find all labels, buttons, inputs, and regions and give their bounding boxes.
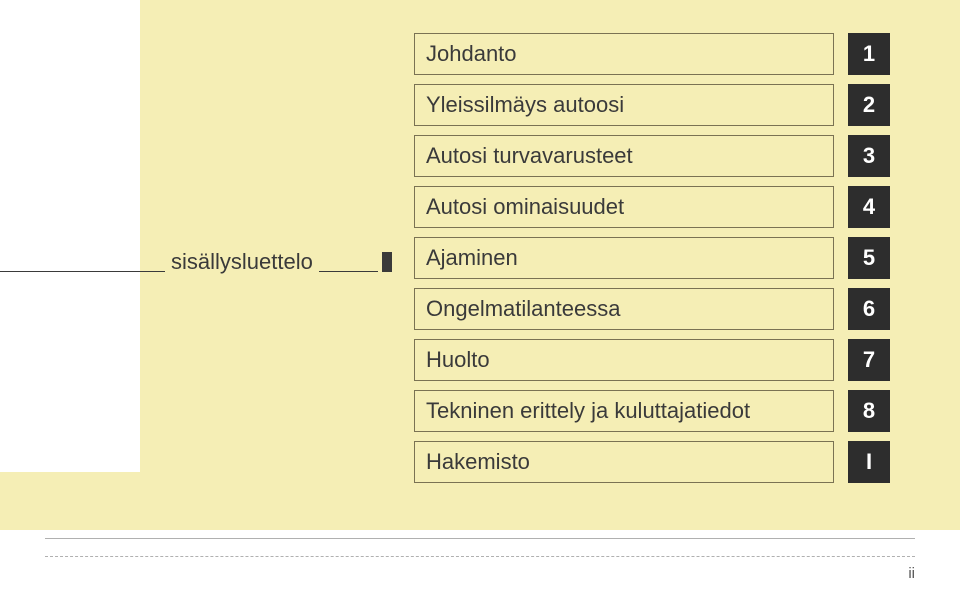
toc-item-number: 5 bbox=[848, 237, 890, 279]
toc-item-number: I bbox=[848, 441, 890, 483]
toc-row: Ajaminen 5 bbox=[414, 237, 890, 279]
toc-row: Huolto 7 bbox=[414, 339, 890, 381]
toc-item-number: 1 bbox=[848, 33, 890, 75]
page-number: ii bbox=[908, 565, 915, 582]
toc-item-title: Ongelmatilanteessa bbox=[414, 288, 834, 330]
toc-item-number: 2 bbox=[848, 84, 890, 126]
toc-row: Hakemisto I bbox=[414, 441, 890, 483]
toc-item-title: Hakemisto bbox=[414, 441, 834, 483]
toc-item-number: 8 bbox=[848, 390, 890, 432]
toc-item-title: Johdanto bbox=[414, 33, 834, 75]
bottom-white-area bbox=[0, 530, 960, 603]
toc-label: sisällysluettelo bbox=[165, 249, 319, 275]
toc-row: Yleissilmäys autoosi 2 bbox=[414, 84, 890, 126]
toc-item-title: Tekninen erittely ja kuluttajatiedot bbox=[414, 390, 834, 432]
toc-item-title: Yleissilmäys autoosi bbox=[414, 84, 834, 126]
toc-row: Johdanto 1 bbox=[414, 33, 890, 75]
toc-label-marker bbox=[382, 252, 392, 272]
toc-row: Ongelmatilanteessa 6 bbox=[414, 288, 890, 330]
toc-row: Tekninen erittely ja kuluttajatiedot 8 bbox=[414, 390, 890, 432]
left-white-margin bbox=[0, 0, 140, 472]
footer-rule-dashed bbox=[45, 556, 915, 557]
toc-item-number: 6 bbox=[848, 288, 890, 330]
toc-item-title: Ajaminen bbox=[414, 237, 834, 279]
toc-row: Autosi ominaisuudet 4 bbox=[414, 186, 890, 228]
toc-item-title: Huolto bbox=[414, 339, 834, 381]
toc-item-number: 3 bbox=[848, 135, 890, 177]
toc-item-title: Autosi turvavarusteet bbox=[414, 135, 834, 177]
toc-row: Autosi turvavarusteet 3 bbox=[414, 135, 890, 177]
toc-item-number: 7 bbox=[848, 339, 890, 381]
toc-item-number: 4 bbox=[848, 186, 890, 228]
toc-list: Johdanto 1 Yleissilmäys autoosi 2 Autosi… bbox=[414, 33, 890, 492]
toc-item-title: Autosi ominaisuudet bbox=[414, 186, 834, 228]
footer-rule-solid bbox=[45, 538, 915, 539]
